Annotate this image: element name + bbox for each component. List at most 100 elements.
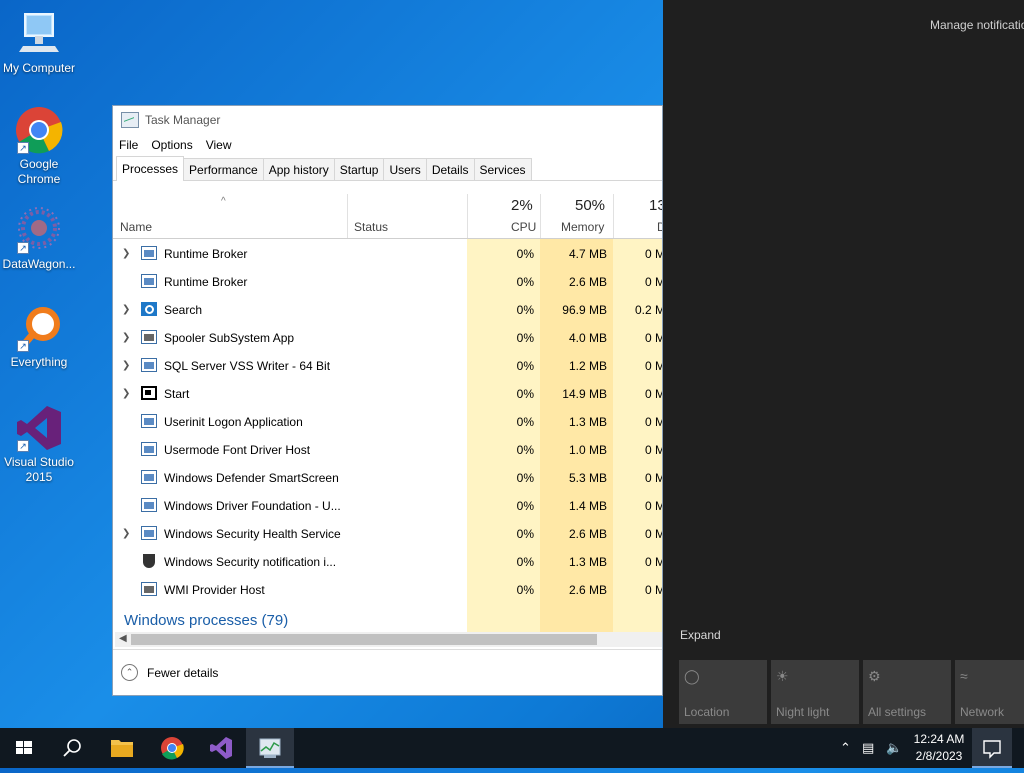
column-header-status[interactable]: Status — [354, 220, 388, 234]
title-bar[interactable]: Task Manager — [113, 106, 662, 134]
process-cpu: 0% — [516, 387, 534, 401]
table-row[interactable]: WMI Provider Host 0% 2.6 MB 0 M — [113, 576, 662, 604]
process-cpu: 0% — [516, 303, 534, 317]
network-tray-icon[interactable]: ▤ — [862, 740, 874, 756]
taskbar-task-manager[interactable] — [246, 728, 294, 768]
desktop-icon-datawagon[interactable]: ↗ DataWagon... — [0, 206, 78, 272]
tab-startup[interactable]: Startup — [333, 158, 385, 180]
column-header-row: ^ Name Status 2% CPU 50% Memory 13 D — [113, 194, 662, 239]
process-name: Windows Security Health Service — [164, 527, 341, 541]
process-cpu: 0% — [516, 331, 534, 345]
taskbar-file-explorer[interactable] — [98, 728, 146, 768]
column-header-memory[interactable]: Memory — [561, 220, 604, 234]
table-row[interactable]: Runtime Broker 0% 2.6 MB 0 M — [113, 268, 663, 296]
process-name: Windows Security notification i... — [164, 555, 337, 569]
search-icon — [141, 302, 157, 316]
process-name: Runtime Broker — [164, 275, 248, 289]
process-memory: 4.7 MB — [568, 247, 607, 261]
table-row[interactable]: Windows Defender SmartScreen 0% 5.3 MB 0 M — [113, 464, 663, 492]
table-row[interactable]: Usermode Font Driver Host 0% 1.0 MB 0 M — [113, 436, 662, 464]
taskbar-visual-studio[interactable] — [196, 728, 244, 768]
expand-link[interactable]: Expand — [680, 628, 721, 642]
chevron-right-icon[interactable]: ❯ — [122, 304, 130, 315]
scroll-left-icon[interactable]: ◀ — [119, 633, 127, 644]
desktop-icon-google-chrome[interactable]: ↗ Google Chrome — [0, 106, 78, 187]
task-manager-icon — [121, 112, 139, 128]
process-name: Usermode Font Driver Host — [164, 443, 311, 457]
table-row[interactable]: ❯ Start 0% 14.9 MB 0 M — [113, 380, 662, 408]
chevron-right-icon[interactable]: ❯ — [122, 332, 130, 343]
action-center: Manage notificatio Expand ◯ Location ☀ N… — [663, 0, 1024, 728]
process-name: Search — [164, 303, 203, 317]
chevron-up-icon[interactable]: ⌃ — [121, 664, 138, 681]
search-icon — [63, 739, 81, 757]
chevron-right-icon[interactable]: ❯ — [122, 360, 130, 371]
taskbar: ⌃ ▤ 🔈 12:24 AM 2/8/2023 — [0, 728, 1024, 768]
table-row[interactable]: Userinit Logon Application 0% 1.3 MB 0 M — [113, 408, 662, 436]
start-icon — [141, 386, 157, 400]
desktop-icon-visual-studio[interactable]: ↗ Visual Studio 2015 — [0, 404, 78, 485]
table-row[interactable]: ❯ Search 0% 96.9 MB 0.2 M — [113, 296, 663, 324]
start-button[interactable] — [0, 728, 48, 768]
table-row[interactable]: ❯ Runtime Broker 0% 4.7 MB 0 M — [113, 240, 662, 268]
table-row[interactable]: ❯ SQL Server VSS Writer - 64 Bit 0% 1.2 MB 0… — [113, 352, 662, 380]
show-hidden-icons-chevron-icon[interactable]: ⌃ — [840, 740, 851, 756]
process-disk: 0 M — [644, 471, 663, 485]
table-row[interactable]: ❯ Spooler SubSystem App 0% 4.0 MB 0 M — [113, 324, 662, 352]
quick-action-label: Network — [960, 705, 1005, 719]
desktop-icon-label: Visual Studio 2015 — [4, 455, 74, 484]
process-memory: 1.3 MB — [568, 555, 607, 569]
desktop-icon-my-computer[interactable]: My Computer — [0, 10, 78, 76]
chevron-right-icon[interactable]: ❯ — [122, 528, 130, 539]
tab-users[interactable]: Users — [383, 158, 427, 180]
tab-details[interactable]: Details — [425, 158, 475, 180]
chevron-right-icon[interactable]: ❯ — [122, 248, 130, 259]
quick-action-night-light[interactable]: ☀ Night light — [771, 660, 859, 724]
quick-action-location[interactable]: ◯ Location — [679, 660, 767, 724]
scrollbar-thumb[interactable] — [131, 634, 597, 645]
desktop-icon-everything[interactable]: ↗ Everything — [0, 304, 78, 370]
process-disk: 0.2 M — [634, 303, 663, 317]
search-button[interactable] — [48, 728, 96, 768]
task-manager-icon — [259, 738, 281, 758]
location-icon: ◯ — [684, 668, 700, 684]
cpu-total-percent[interactable]: 2% — [511, 197, 533, 214]
table-row[interactable]: Windows Security notification i... 0% 1.3 … — [113, 548, 662, 576]
shortcut-arrow-icon: ↗ — [17, 340, 29, 352]
column-header-name[interactable]: Name — [120, 220, 152, 234]
quick-action-all-settings[interactable]: ⚙ All settings — [863, 660, 951, 724]
process-name: WMI Provider Host — [164, 583, 265, 597]
menu-options[interactable]: Options — [151, 138, 192, 152]
quick-action-label: Night light — [776, 705, 830, 719]
manage-notifications-link[interactable]: Manage notificatio — [930, 18, 1024, 32]
process-disk: 0 M — [644, 275, 663, 289]
chevron-right-icon[interactable]: ❯ — [122, 388, 130, 399]
process-cpu: 0% — [516, 499, 534, 513]
column-header-cpu[interactable]: CPU — [511, 220, 536, 234]
menu-file[interactable]: File — [119, 138, 138, 152]
tab-app-history[interactable]: App history — [262, 158, 335, 180]
process-memory: 1.2 MB — [568, 359, 607, 373]
table-row[interactable]: Windows Driver Foundation - U... 0% 1.4 MB… — [113, 492, 662, 520]
volume-icon[interactable]: 🔈 — [886, 740, 902, 756]
menu-view[interactable]: View — [206, 138, 232, 152]
taskbar-chrome[interactable] — [148, 728, 196, 768]
table-row[interactable]: ❯ Windows Security Health Service 0% 2.6 MB… — [113, 520, 662, 548]
action-center-button[interactable] — [972, 728, 1012, 768]
desktop-icon-label: Google Chrome — [17, 157, 61, 186]
system-clock[interactable]: 12:24 AM 2/8/2023 — [912, 731, 966, 765]
horizontal-scrollbar[interactable]: ◀ — [115, 632, 662, 647]
everything-search-icon: ↗ — [15, 304, 63, 352]
disk-total-percent[interactable]: 13 — [649, 197, 662, 214]
quick-action-label: Location — [684, 705, 730, 719]
tab-services[interactable]: Services — [473, 158, 532, 180]
memory-total-percent[interactable]: 50% — [575, 197, 605, 214]
shortcut-arrow-icon: ↗ — [17, 440, 29, 452]
tab-processes[interactable]: Processes — [116, 156, 185, 181]
tab-performance[interactable]: Performance — [183, 158, 264, 180]
fewer-details-link[interactable]: Fewer details — [147, 666, 218, 680]
quick-action-network[interactable]: ≈ Network — [955, 660, 1024, 724]
process-name: Start — [164, 387, 190, 401]
process-memory: 2.6 MB — [568, 275, 607, 289]
group-header-windows-processes[interactable]: Windows processes (79) — [124, 612, 288, 629]
